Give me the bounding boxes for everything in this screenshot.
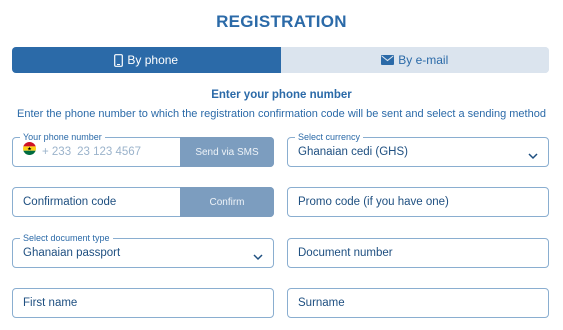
ghana-flag-icon [23, 138, 36, 166]
first-name-input[interactable]: First name [23, 289, 77, 317]
phone-field[interactable]: Your phone number + 233 23 123 4567 Send … [12, 131, 274, 167]
confirmation-code-field[interactable]: Confirmation code Confirm [12, 187, 274, 217]
page-title: REGISTRATION [216, 12, 347, 31]
send-sms-button[interactable]: Send via SMS [180, 137, 274, 167]
section-heading: Enter your phone number [211, 89, 352, 101]
first-name-field[interactable]: First name [12, 288, 274, 318]
chevron-down-icon [528, 147, 538, 165]
tab-by-email-label: By e-mail [398, 53, 449, 67]
confirm-button[interactable]: Confirm [180, 187, 274, 217]
phone-input[interactable]: 23 123 4567 [77, 146, 141, 158]
document-number-field[interactable]: Document number [287, 238, 549, 268]
surname-field[interactable]: Surname [287, 288, 549, 318]
tab-by-phone-label: By phone [127, 53, 179, 67]
tab-by-email[interactable]: By e-mail [280, 47, 549, 73]
chevron-down-icon [253, 248, 263, 266]
tab-by-phone[interactable]: By phone [12, 47, 281, 73]
document-number-input[interactable]: Document number [298, 239, 393, 267]
country-code: + 233 [42, 146, 72, 159]
instruction-text: Enter the phone number to which the regi… [17, 108, 546, 120]
currency-select[interactable]: Select currency Ghanaian cedi (GHS) [287, 131, 549, 167]
phone-input-content: + 233 23 123 4567 [23, 138, 141, 166]
currency-value: Ghanaian cedi (GHS) [298, 146, 408, 158]
envelope-icon [381, 55, 395, 65]
document-type-select[interactable]: Select document type Ghanaian passport [12, 232, 274, 268]
phone-icon [114, 53, 124, 67]
promo-code-input[interactable]: Promo code (if you have one) [298, 188, 449, 216]
surname-input[interactable]: Surname [298, 289, 345, 317]
registration-method-tabs: By phone By e-mail [12, 47, 549, 73]
promo-code-field[interactable]: Promo code (if you have one) [287, 187, 549, 217]
confirmation-code-input[interactable]: Confirmation code [23, 188, 116, 216]
document-type-value: Ghanaian passport [23, 247, 121, 259]
